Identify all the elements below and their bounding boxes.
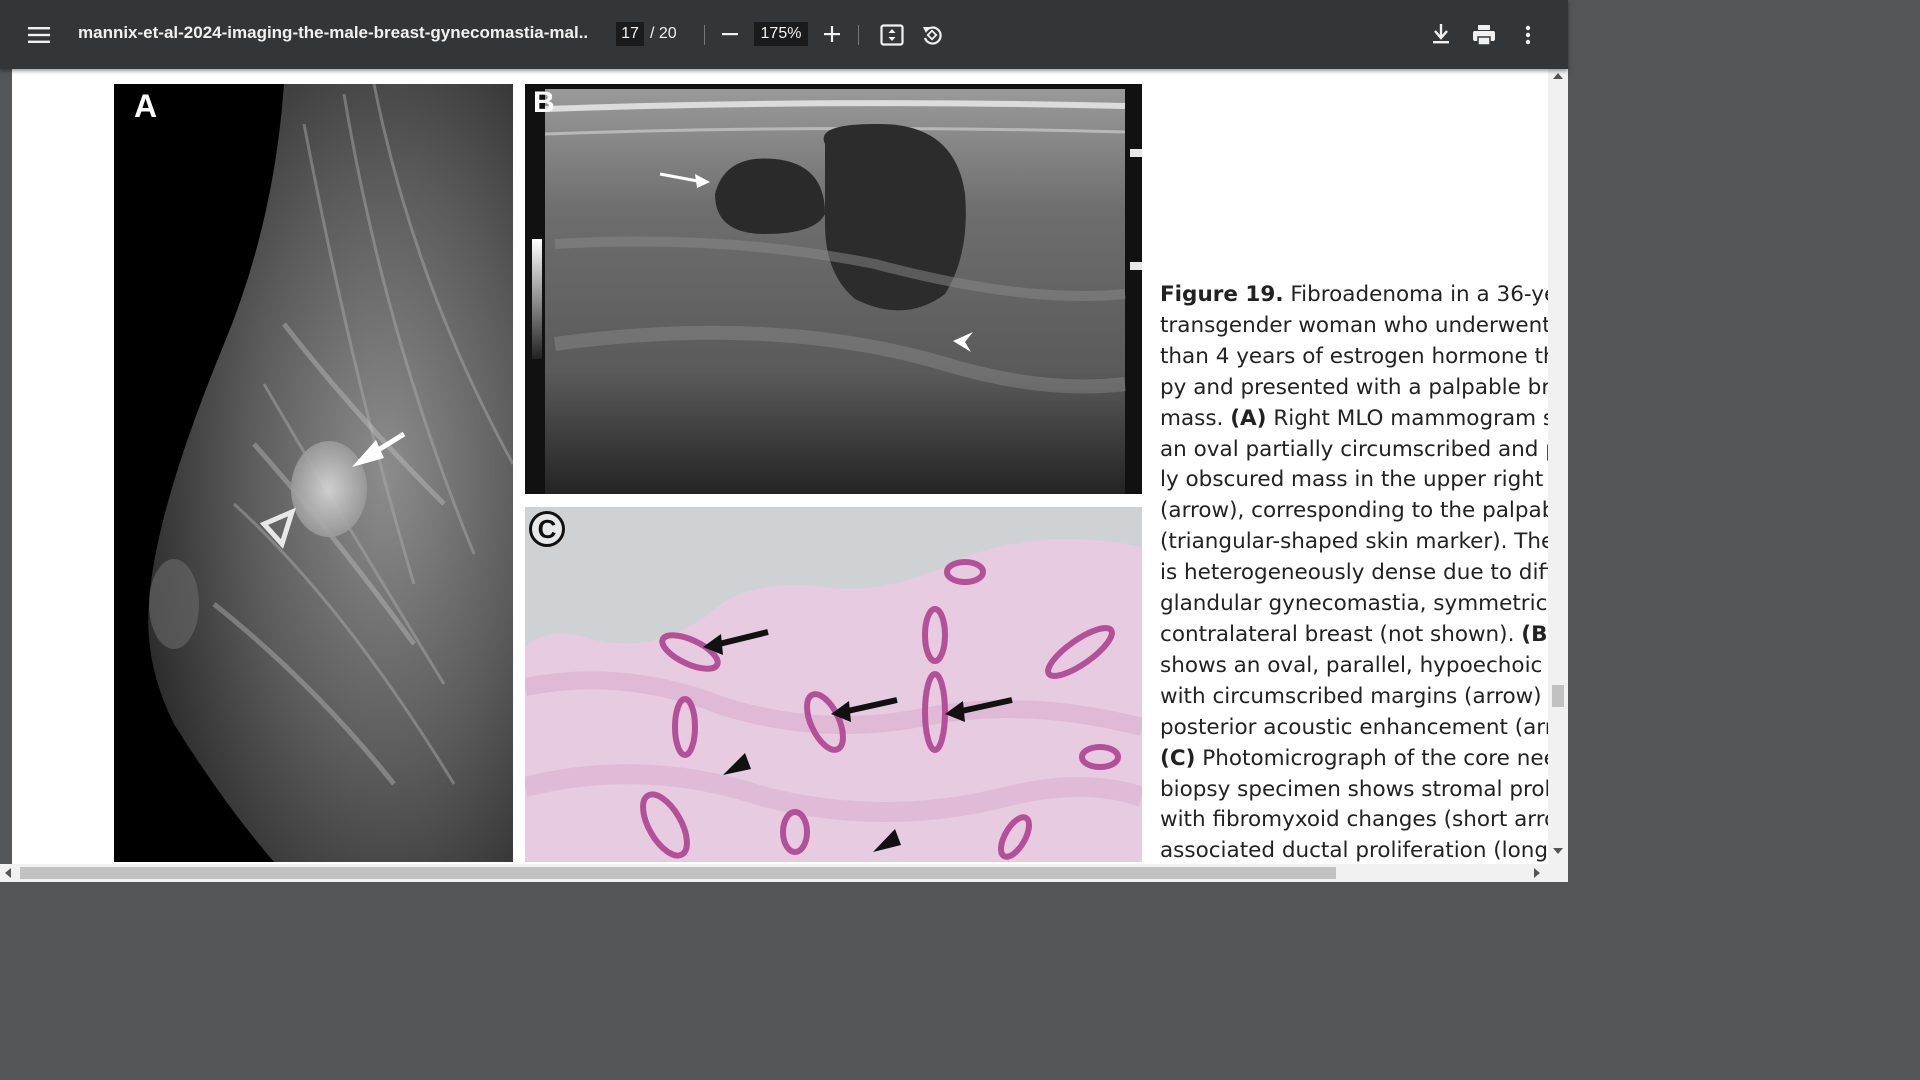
page-number-input[interactable]: 17: [616, 22, 644, 46]
panel-c-label: C: [529, 511, 565, 547]
caption-bold-text: (C): [1160, 745, 1196, 771]
caption-text: with circumscribed margins (arrow): [1160, 683, 1542, 709]
caption-line: ly obscured mass in the upper right b: [1160, 465, 1548, 496]
ultrasound-panel: B: [525, 84, 1142, 494]
caption-text: with fibromyxoid changes (short arro: [1160, 807, 1548, 833]
page-separator: /: [650, 25, 655, 42]
caption-line: associated ductal proliferation (long: [1160, 836, 1548, 867]
caption-text: is heterogeneously dense due to diff: [1160, 560, 1548, 586]
toolbar-divider: [858, 25, 859, 45]
pdf-viewer: A B C Figure 19. Fibroadenoma in a 36-ye…: [0, 69, 1568, 882]
caption-line: (triangular-shaped skin marker). The: [1160, 527, 1548, 558]
caption-line: shows an oval, parallel, hypoechoic r: [1160, 651, 1548, 682]
print-icon[interactable]: [1470, 21, 1498, 49]
total-pages: 20: [658, 25, 677, 42]
zoom-level-input[interactable]: 175%: [754, 22, 808, 46]
vertical-scrollbar[interactable]: [1548, 69, 1568, 864]
caption-line: transgender woman who underwent: [1160, 311, 1548, 342]
caption-text: transgender woman who underwent: [1160, 312, 1548, 338]
caption-text: (arrow), corresponding to the palpab: [1160, 498, 1548, 524]
horizontal-scroll-thumb[interactable]: [20, 867, 1336, 879]
horizontal-scrollbar[interactable]: [0, 864, 1568, 882]
toolbar-divider: [704, 25, 705, 45]
figure-caption: Figure 19. Fibroadenoma in a 36-yea trans…: [1160, 280, 1548, 867]
caption-text: ly obscured mass in the upper right b: [1160, 467, 1548, 493]
scroll-up-arrow-icon[interactable]: [1553, 73, 1563, 79]
caption-text: Right MLO mammogram sh: [1266, 405, 1548, 431]
caption-bold-text: (A): [1230, 405, 1267, 431]
caption-line: mass. (A) Right MLO mammogram sh: [1160, 404, 1548, 435]
caption-line: with circumscribed margins (arrow): [1160, 682, 1548, 713]
caption-bold-text: (B): [1521, 621, 1548, 647]
caption-text: an oval partially circumscribed and p: [1160, 436, 1548, 462]
caption-line: is heterogeneously dense due to diff: [1160, 558, 1548, 589]
caption-line: contralateral breast (not shown). (B): [1160, 620, 1548, 651]
caption-line: biopsy specimen shows stromal prol: [1160, 775, 1548, 806]
scroll-down-arrow-icon[interactable]: [1553, 848, 1563, 854]
caption-line: than 4 years of estrogen hormone th: [1160, 342, 1548, 373]
caption-text: posterior acoustic enhancement (arr: [1160, 714, 1548, 740]
rotate-icon[interactable]: [918, 21, 946, 49]
download-icon[interactable]: [1428, 21, 1454, 47]
pdf-page: A B C Figure 19. Fibroadenoma in a 36-ye…: [12, 69, 1548, 864]
scroll-right-arrow-icon[interactable]: [1534, 868, 1540, 878]
more-icon[interactable]: [1516, 21, 1540, 49]
caption-line: posterior acoustic enhancement (arr: [1160, 713, 1548, 744]
caption-text: biopsy specimen shows stromal prol: [1160, 776, 1548, 802]
mammogram-panel: A: [114, 84, 513, 862]
caption-bold-text: Figure 19.: [1160, 282, 1284, 307]
caption-line: glandular gynecomastia, symmetric: [1160, 589, 1548, 620]
panel-a-label: A: [134, 88, 158, 124]
caption-text: than 4 years of estrogen hormone th: [1160, 343, 1548, 369]
caption-text: py and presented with a palpable bre: [1160, 374, 1548, 400]
vertical-scroll-thumb[interactable]: [1552, 685, 1564, 707]
caption-text: (triangular-shaped skin marker). The: [1160, 529, 1548, 555]
histology-panel: C: [525, 507, 1142, 862]
scroll-left-arrow-icon[interactable]: [5, 868, 11, 878]
caption-text: contralateral breast (not shown).: [1160, 621, 1522, 647]
caption-line: an oval partially circumscribed and p: [1160, 435, 1548, 466]
pdf-toolbar: mannix-et-al-2024-imaging-the-male-breas…: [0, 0, 1568, 69]
caption-line: (arrow), corresponding to the palpab: [1160, 496, 1548, 527]
zoom-out-icon[interactable]: [718, 22, 742, 46]
page-count: / 20: [650, 25, 677, 43]
caption-line: with fibromyxoid changes (short arro: [1160, 805, 1548, 836]
fit-page-icon[interactable]: [878, 21, 906, 49]
caption-text: associated ductal proliferation (long: [1160, 838, 1548, 864]
caption-text: mass.: [1160, 405, 1231, 431]
document-title: mannix-et-al-2024-imaging-the-male-breas…: [78, 23, 588, 42]
caption-line: py and presented with a palpable bre: [1160, 373, 1548, 404]
zoom-in-icon[interactable]: [820, 22, 844, 46]
menu-icon[interactable]: [26, 22, 52, 48]
caption-text: shows an oval, parallel, hypoechoic r: [1160, 652, 1548, 678]
caption-line: (C) Photomicrograph of the core nee: [1160, 744, 1548, 775]
caption-text: Photomicrograph of the core nee: [1195, 745, 1548, 771]
caption-text: Fibroadenoma in a 36-yea: [1283, 282, 1548, 307]
panel-b-label: B: [533, 86, 555, 119]
caption-text: glandular gynecomastia, symmetric: [1160, 591, 1548, 617]
caption-line: Figure 19. Fibroadenoma in a 36-yea: [1160, 280, 1548, 311]
